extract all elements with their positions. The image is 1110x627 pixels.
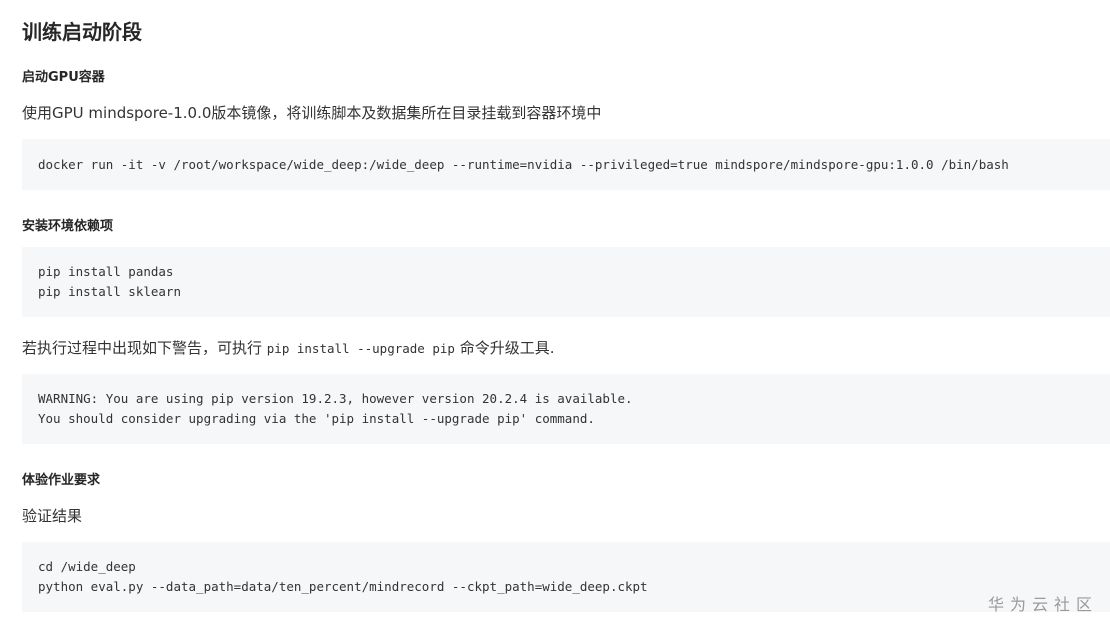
code-line: WARNING: You are using pip version 19.2.… — [38, 391, 633, 406]
page-title: 训练启动阶段 — [22, 20, 142, 44]
homework-subheading: 验证结果 — [22, 507, 83, 525]
code-line: docker run -it -v /root/workspace/wide_d… — [38, 157, 1009, 172]
code-block-pip-install[interactable]: pip install pandas pip install sklearn — [22, 247, 1110, 317]
code-block-docker-run[interactable]: docker run -it -v /root/workspace/wide_d… — [22, 139, 1110, 190]
code-block-warning[interactable]: WARNING: You are using pip version 19.2.… — [22, 374, 1110, 444]
section-heading-start-gpu: 启动GPU容器 — [22, 70, 105, 85]
inline-code-upgrade-pip: pip install --upgrade pip — [266, 341, 455, 356]
code-line: pip install pandas — [38, 264, 174, 279]
code-line: You should consider upgrading via the 'p… — [38, 410, 595, 426]
code-line: pip install sklearn — [38, 283, 181, 299]
code-line: cd /wide_deep — [38, 559, 136, 574]
section-heading-homework: 体验作业要求 — [22, 473, 101, 488]
section-heading-install-deps: 安装环境依赖项 — [22, 219, 114, 234]
start-gpu-description: 使用GPU mindspore-1.0.0版本镜像，将训练脚本及数据集所在目录挂… — [22, 104, 602, 122]
note-text-suffix: 命令升级工具. — [454, 339, 555, 357]
watermark-logo: 华为云社区 — [987, 595, 1098, 614]
note-text-prefix: 若执行过程中出现如下警告，可执行 — [22, 339, 267, 357]
code-line: python eval.py --data_path=data/ten_perc… — [38, 578, 648, 594]
code-block-eval[interactable]: cd /wide_deeppython eval.py --data_path=… — [22, 542, 1110, 612]
upgrade-pip-note: 若执行过程中出现如下警告，可执行 pip install --upgrade p… — [22, 337, 554, 358]
